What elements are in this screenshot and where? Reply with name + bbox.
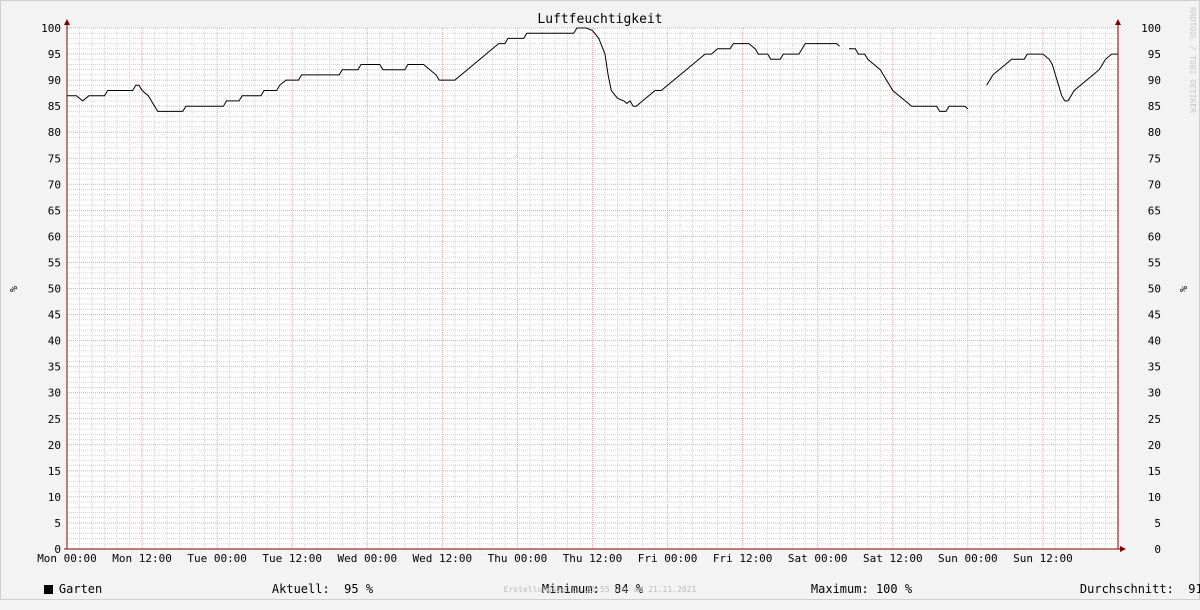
humidity-chart: 0 5 10 15 20 25 30 35 40 45 50 55 60 65 70 75 80 85 90 95 10… xyxy=(0,0,1200,600)
y-tick-label: 95 xyxy=(48,48,61,61)
y-tick-label: 65 xyxy=(48,204,61,217)
x-tick-label: Fri 00:00 xyxy=(638,552,698,565)
x-tick-label: Mon 00:00 xyxy=(37,552,97,565)
y-tick-label: 50 xyxy=(1148,283,1161,296)
y-tick-label: 100 xyxy=(41,22,61,35)
y-tick-label: 25 xyxy=(1148,413,1161,426)
x-tick-label: Wed 00:00 xyxy=(337,552,397,565)
y-tick-label: 40 xyxy=(1148,335,1161,348)
x-tick-label: Fri 12:00 xyxy=(713,552,773,565)
y-tick-label: 40 xyxy=(48,335,61,348)
y-tick-label: 90 xyxy=(48,74,61,87)
y-tick-label: 15 xyxy=(1148,465,1161,478)
y-axis-label-left: % xyxy=(7,286,18,292)
x-tick-label: Sun 12:00 xyxy=(1013,552,1073,565)
rrdtool-watermark: RRDTOOL / TOBI OETIKER xyxy=(1188,7,1197,113)
y-tick-label: 45 xyxy=(48,309,61,322)
y-tick-label: 55 xyxy=(1148,256,1161,269)
rrd-graph: 0 5 10 15 20 25 30 35 40 45 50 55 60 65 70 75 80 85 90 95 10… xyxy=(0,0,1200,600)
x-tick-label: Thu 00:00 xyxy=(488,552,548,565)
y-tick-label: 20 xyxy=(48,439,61,452)
x-tick-label: Mon 12:00 xyxy=(112,552,172,565)
y-tick-label: 65 xyxy=(1148,204,1161,217)
y-tick-label: 70 xyxy=(1148,178,1161,191)
y-tick-label: 35 xyxy=(1148,361,1161,374)
x-tick-label: Wed 12:00 xyxy=(413,552,473,565)
creation-timestamp: Erstellungszeit: 23:55 Uhr am 21.11.2021 xyxy=(503,585,697,594)
y-tick-label: 75 xyxy=(48,152,61,165)
y-tick-label: 70 xyxy=(48,178,61,191)
y-tick-label: 15 xyxy=(48,465,61,478)
x-tick-label: Sat 12:00 xyxy=(863,552,923,565)
y-tick-label: 95 xyxy=(1148,48,1161,61)
y-tick-label: 90 xyxy=(1148,74,1161,87)
y-tick-label: 80 xyxy=(48,126,61,139)
y-tick-label: 85 xyxy=(48,100,61,113)
y-tick-label: 75 xyxy=(1148,152,1161,165)
y-tick-label: 0 xyxy=(1154,543,1161,556)
y-tick-label: 30 xyxy=(48,387,61,400)
y-tick-label: 50 xyxy=(48,283,61,296)
chart-title: Luftfeuchtigkeit xyxy=(537,12,662,27)
y-tick-label: 85 xyxy=(1148,100,1161,113)
x-tick-label: Thu 12:00 xyxy=(563,552,623,565)
x-tick-label: Tue 00:00 xyxy=(187,552,247,565)
x-tick-label: Sat 00:00 xyxy=(788,552,848,565)
y-tick-label: 60 xyxy=(48,230,61,243)
x-tick-label: Sun 00:00 xyxy=(938,552,998,565)
y-tick-label: 30 xyxy=(1148,387,1161,400)
y-tick-label: 80 xyxy=(1148,126,1161,139)
y-tick-label: 5 xyxy=(1154,517,1161,530)
y-tick-label: 10 xyxy=(48,491,61,504)
y-tick-label: 20 xyxy=(1148,439,1161,452)
y-tick-label: 5 xyxy=(54,517,61,530)
y-tick-label: 60 xyxy=(1148,230,1161,243)
y-tick-label: 25 xyxy=(48,413,61,426)
y-tick-label: 100 xyxy=(1141,22,1161,35)
y-tick-label: 10 xyxy=(1148,491,1161,504)
y-axis-label-right: % xyxy=(1177,286,1188,292)
x-tick-label: Tue 12:00 xyxy=(262,552,322,565)
y-tick-label: 55 xyxy=(48,256,61,269)
y-tick-label: 45 xyxy=(1148,309,1161,322)
y-tick-label: 35 xyxy=(48,361,61,374)
